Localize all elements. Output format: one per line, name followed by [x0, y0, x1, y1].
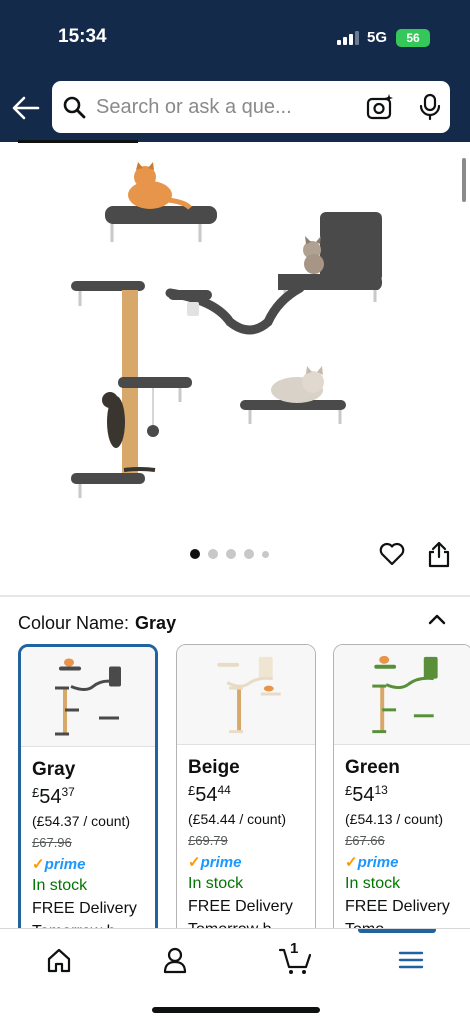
prime-label: prime [200, 854, 242, 871]
unit-price: (£54.44 / count) [188, 811, 287, 827]
microphone-icon[interactable] [418, 93, 442, 121]
was-price: £67.96 [32, 835, 72, 850]
search-icon [63, 96, 86, 119]
price-fraction: 44 [217, 783, 231, 797]
cart-count: 1 [290, 940, 299, 957]
chevron-up-icon[interactable] [426, 610, 448, 628]
colour-option-name: Beige [188, 757, 240, 778]
price-fraction: 37 [61, 785, 75, 799]
share-icon[interactable] [426, 540, 452, 568]
delivery-info: FREE Delivery [32, 900, 137, 917]
gallery-dot[interactable] [262, 550, 269, 558]
price-fraction: 13 [374, 783, 388, 797]
battery-level: 56 [406, 31, 420, 45]
account-icon[interactable] [160, 945, 190, 975]
prime-label: prime [44, 856, 86, 873]
unit-price: (£54.37 / count) [32, 813, 131, 829]
status-time: 15:34 [58, 26, 107, 47]
price-whole: 54 [195, 784, 218, 806]
gallery-dot[interactable] [208, 549, 218, 559]
gallery-pagination[interactable] [190, 547, 269, 561]
scrollbar[interactable] [462, 158, 466, 202]
delivery-info: FREE Delivery [345, 898, 450, 915]
home-indicator [152, 1007, 320, 1013]
colour-option-gray[interactable]: Gray £5437 (£54.37 / count) £67.96 ✓prim… [18, 644, 158, 944]
colour-option-green[interactable]: Green £5413 (£54.13 / count) £67.66 ✓pri… [333, 644, 470, 944]
search-input[interactable] [96, 91, 324, 123]
nav-active-indicator [358, 929, 436, 933]
price-whole: 54 [352, 784, 375, 806]
gallery-tab-indicator [18, 140, 138, 143]
prime-check-icon: ✓ [188, 854, 201, 871]
unit-price: (£54.13 / count) [345, 811, 444, 827]
delivery-info: FREE Delivery [188, 898, 293, 915]
gallery-dot[interactable] [244, 549, 254, 559]
colour-label: Colour Name: [18, 613, 130, 633]
battery-icon: 56 [396, 29, 430, 47]
price: £5444 [188, 783, 231, 807]
section-divider [0, 595, 470, 597]
was-price: £67.66 [345, 833, 385, 848]
stock-status: In stock [188, 875, 244, 892]
price: £5413 [345, 783, 388, 807]
back-arrow-icon[interactable] [10, 92, 42, 124]
colour-thumbnail [334, 645, 470, 745]
stock-status: In stock [345, 875, 401, 892]
search-bar[interactable] [52, 81, 450, 133]
prime-check-icon: ✓ [345, 854, 358, 871]
signal-icon [337, 31, 361, 45]
colour-heading: Colour Name: Gray [18, 613, 176, 634]
app-header: 15:34 5G 56 [0, 0, 470, 143]
stock-status: In stock [32, 877, 88, 894]
prime-badge: ✓prime [345, 853, 398, 871]
prime-label: prime [357, 854, 399, 871]
product-image[interactable] [40, 150, 420, 520]
price: £5437 [32, 785, 75, 809]
prime-check-icon: ✓ [32, 856, 45, 873]
price-whole: 54 [39, 786, 62, 808]
was-price: £69.79 [188, 833, 228, 848]
colour-selected-value: Gray [135, 613, 177, 633]
menu-icon[interactable] [396, 945, 426, 975]
camera-search-icon[interactable] [366, 93, 394, 121]
colour-option-name: Gray [32, 759, 76, 780]
colour-thumbnail [21, 647, 155, 747]
colour-option-beige[interactable]: Beige £5444 (£54.44 / count) £69.79 ✓pri… [176, 644, 316, 944]
network-type: 5G [367, 29, 388, 46]
gallery-dot[interactable] [190, 549, 200, 559]
prime-badge: ✓prime [188, 853, 241, 871]
home-icon[interactable] [44, 945, 74, 975]
gallery-dot[interactable] [226, 549, 236, 559]
heart-icon[interactable] [378, 540, 406, 568]
colour-thumbnail [177, 645, 315, 745]
prime-badge: ✓prime [32, 855, 85, 873]
colour-option-name: Green [345, 757, 400, 778]
